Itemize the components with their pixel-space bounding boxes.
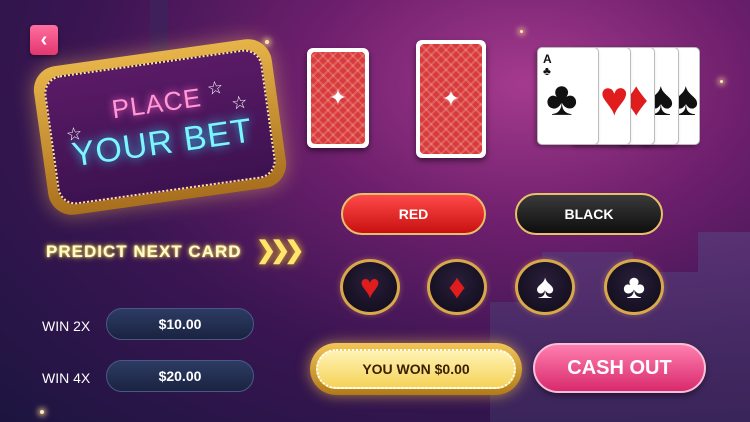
- card-back-current: ✦: [416, 40, 486, 158]
- sparkle: [720, 80, 723, 83]
- sign-hanger: [150, 0, 168, 56]
- diamond-icon: ♦: [448, 268, 466, 306]
- diamond-button[interactable]: ♦: [427, 259, 487, 315]
- win-4x-label: WIN 4X: [42, 370, 91, 386]
- club-icon: ♣: [622, 268, 646, 306]
- spade-icon: ♠: [535, 268, 555, 306]
- predict-next-card-label: PREDICT NEXT CARD: [46, 242, 242, 261]
- double-chevron-right-icon: ❯❯❯: [256, 237, 304, 264]
- heart-icon: ♥: [600, 73, 629, 126]
- chevron-left-icon: ‹: [40, 29, 48, 51]
- winnings-display: YOU WON $0.00: [310, 343, 522, 395]
- card-back-small: ✦: [307, 48, 369, 148]
- sign-panel: ☆ ☆ ☆ PLACE YOUR BET: [42, 47, 278, 207]
- back-button[interactable]: ‹: [30, 25, 58, 55]
- win-2x-label: WIN 2X: [42, 318, 91, 334]
- cash-out-button[interactable]: CASH OUT: [533, 343, 706, 393]
- place-your-bet-sign: ☆ ☆ ☆ PLACE YOUR BET: [30, 36, 290, 218]
- club-icon: ♣: [546, 73, 578, 126]
- sparkle: [520, 30, 523, 33]
- win-4x-value: $20.00: [106, 360, 254, 392]
- heart-icon: ♥: [359, 268, 381, 306]
- win-2x-value: $10.00: [106, 308, 254, 340]
- heart-button[interactable]: ♥: [340, 259, 400, 315]
- spade-button[interactable]: ♠: [515, 259, 575, 315]
- card-back-emblem-icon: ✦: [441, 86, 461, 111]
- card-back-emblem-icon: ✦: [328, 85, 348, 110]
- sparkle: [40, 410, 44, 414]
- red-button[interactable]: RED: [341, 193, 486, 235]
- black-button[interactable]: BLACK: [515, 193, 663, 235]
- club-button[interactable]: ♣: [604, 259, 664, 315]
- winnings-text: YOU WON $0.00: [316, 349, 516, 389]
- ace-card: A ♣ ♣: [537, 47, 599, 145]
- sparkle: [265, 40, 269, 44]
- card-back-pattern: ✦: [420, 44, 482, 154]
- card-back-pattern: ✦: [311, 52, 365, 144]
